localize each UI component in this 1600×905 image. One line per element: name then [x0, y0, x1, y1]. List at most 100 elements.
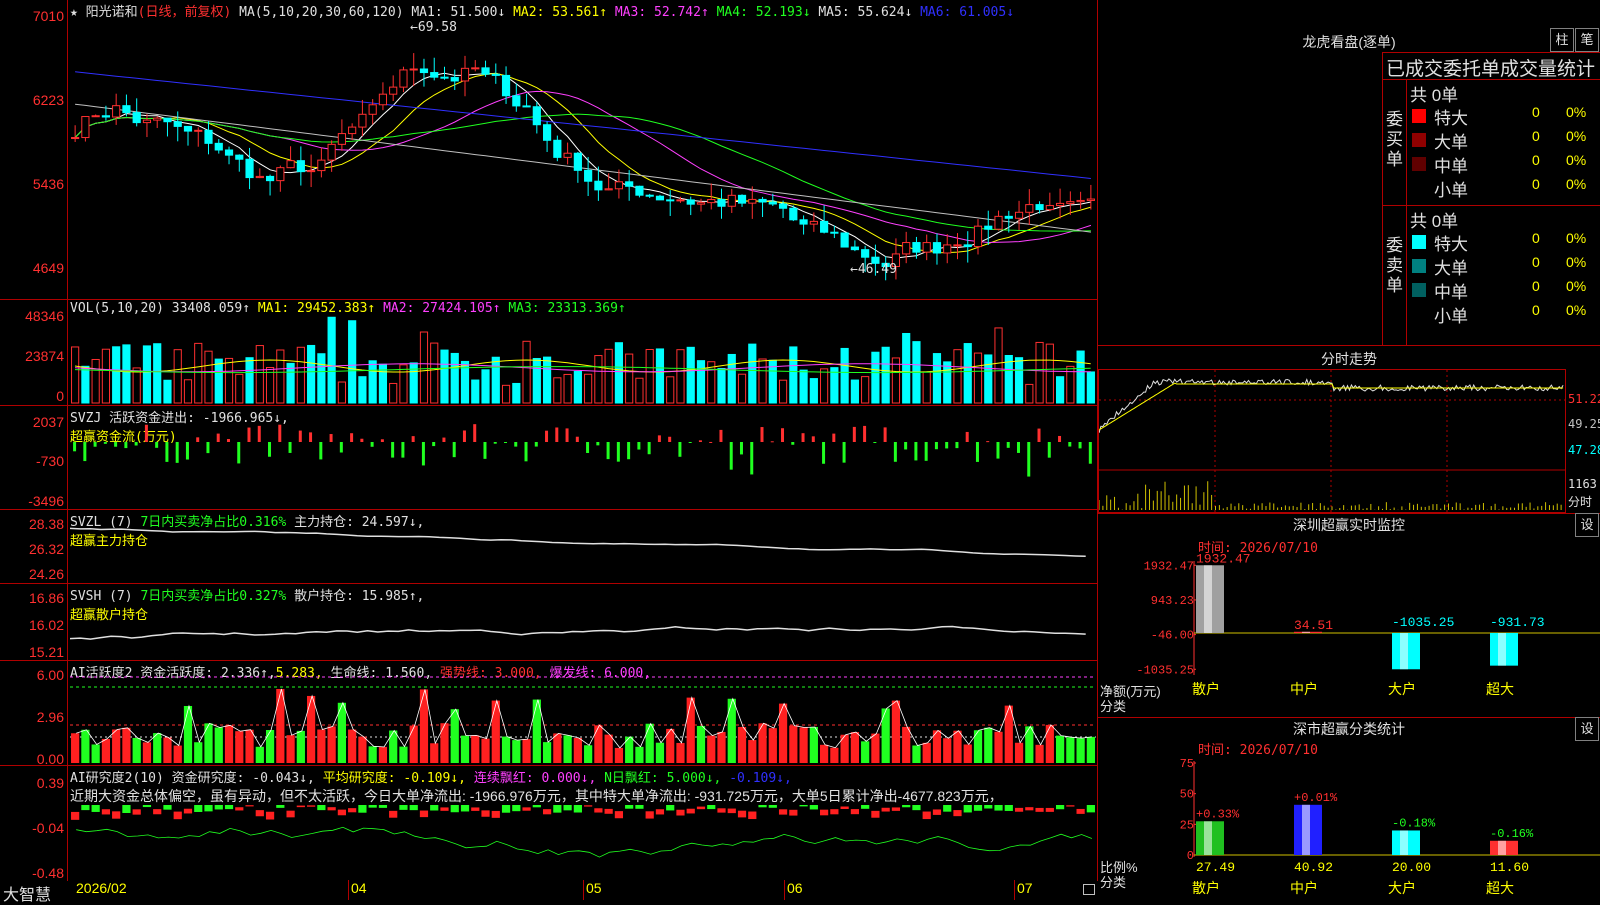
volume-bar	[789, 346, 798, 404]
activity-bar	[194, 742, 203, 763]
fund-flow-bar	[83, 442, 87, 462]
volume-bar	[1055, 376, 1065, 404]
activity-bar	[460, 735, 470, 763]
research-bar	[1076, 808, 1085, 814]
volume-bar	[922, 371, 931, 404]
category-label: 散户	[1192, 681, 1220, 697]
intraday-tick: 51.22	[1568, 392, 1600, 406]
research-bar	[501, 805, 511, 813]
candle-body	[840, 232, 849, 248]
fund-flow-bar	[719, 429, 723, 442]
fund-flow-bar	[945, 442, 949, 449]
x-tick: 2026/02	[76, 880, 127, 896]
research-bar	[1045, 807, 1054, 812]
retail-chart[interactable]	[70, 598, 1096, 660]
candle-body	[348, 126, 357, 135]
chart-area[interactable]: ★ 阳光诺和(日线，前复权) MA(5,10,20,30,60,120) MA1…	[0, 0, 1098, 904]
tick-mode-button[interactable]: 笔	[1575, 28, 1599, 52]
volume-bar	[122, 344, 131, 404]
y-tick-label: 50	[1180, 788, 1194, 802]
activity-chart[interactable]	[70, 675, 1096, 765]
volume-bar	[153, 343, 162, 404]
activity-bar	[830, 747, 839, 763]
category-label: 大户	[1388, 880, 1416, 896]
research-bar	[953, 810, 962, 817]
research-chart[interactable]	[70, 805, 1096, 881]
candle-body	[1086, 198, 1095, 201]
candle-body	[1004, 215, 1013, 219]
research-bar	[440, 807, 449, 811]
bar-highlight	[1204, 821, 1212, 855]
activity-bar	[491, 700, 500, 763]
research-bar	[542, 809, 552, 815]
candle-body	[820, 220, 829, 233]
research-bar	[1086, 805, 1095, 813]
volume-bar	[809, 378, 818, 404]
research-bar	[614, 811, 624, 819]
activity-bar	[635, 746, 644, 763]
fund-flow-bar	[288, 442, 292, 453]
activity-bar	[696, 725, 706, 763]
fund-flow-chart[interactable]	[70, 420, 1096, 508]
lock-icon[interactable]	[1083, 884, 1095, 895]
research-bar	[450, 805, 459, 813]
candlestick-chart[interactable]	[70, 18, 1096, 298]
volume-chart[interactable]	[70, 315, 1096, 405]
stats-settings-button[interactable]: 设	[1575, 717, 1599, 741]
activity-bar	[183, 705, 193, 763]
research-bar	[994, 805, 1003, 811]
svzl-tick: 24.26	[28, 566, 64, 582]
fund-flow-bar	[975, 442, 979, 462]
volume-bar	[861, 376, 870, 404]
research-bar	[122, 805, 131, 813]
volume-bar	[512, 382, 521, 404]
activity-bar	[676, 742, 685, 763]
activity-bar	[409, 725, 418, 763]
intraday-chart[interactable]	[1099, 370, 1565, 512]
change-label: +0.01%	[1294, 791, 1338, 805]
fund-flow-bar	[627, 442, 631, 460]
stats-chart[interactable]: 75 50 25 027.49 散户 40.92 中户 20.00 大户 11.60 超大 +0.33…	[1098, 753, 1600, 900]
monitor-chart[interactable]: 1932.47 943.23 -46.00 -1035.25 1932.47 散户 34.5…	[1098, 553, 1600, 717]
activity-bar	[81, 729, 90, 763]
bar-highlight	[1302, 804, 1310, 855]
ai-act-tick: 2.96	[36, 709, 64, 725]
ai-res-p2: 平均研究度: -0.109↓,	[322, 771, 466, 786]
candle-body	[953, 244, 962, 247]
volume-bar	[1014, 357, 1024, 404]
candle-body	[132, 112, 141, 124]
candle-body	[194, 129, 203, 132]
monitor-settings-button[interactable]: 设	[1575, 513, 1599, 537]
fund-flow-bar	[637, 442, 641, 450]
research-bar	[235, 807, 244, 811]
main-force-chart[interactable]	[70, 520, 1096, 582]
volume-bar	[625, 353, 634, 404]
candle-body	[737, 194, 747, 204]
candle-body	[327, 143, 336, 161]
activity-bar	[348, 729, 357, 763]
research-bar	[891, 807, 901, 811]
research-bar	[1025, 807, 1034, 811]
research-bar	[163, 805, 172, 810]
activity-bar	[235, 731, 244, 763]
volume-bar	[717, 368, 726, 404]
candle-body	[655, 195, 665, 201]
candle-body	[481, 67, 490, 75]
activity-bar	[994, 731, 1003, 763]
fund-flow-bar	[1006, 442, 1010, 448]
fund-flow-bar	[411, 436, 415, 442]
fund-flow-bar	[442, 437, 446, 442]
research-bar	[409, 805, 418, 811]
candle-body	[943, 244, 952, 254]
candle-body	[553, 139, 562, 158]
research-bar	[912, 805, 921, 811]
candle-body	[1066, 201, 1075, 204]
activity-bar	[912, 745, 921, 763]
bar-mode-button[interactable]: 柱	[1550, 28, 1574, 52]
research-bar	[399, 805, 408, 810]
fund-flow-bar	[1027, 442, 1031, 477]
volume-bar	[676, 349, 685, 404]
research-bar	[327, 807, 336, 811]
fund-flow-bar	[965, 431, 969, 442]
volume-bar	[142, 345, 152, 404]
